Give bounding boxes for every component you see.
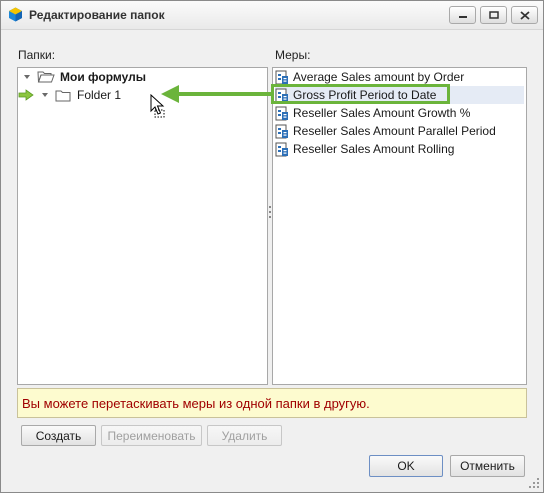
folder-edit-dialog: Редактирование папок Папки: Меры: Мои фо… bbox=[0, 0, 544, 493]
hint-text: Вы можете перетаскивать меры из одной па… bbox=[22, 395, 370, 411]
measure-icon bbox=[275, 124, 288, 138]
create-button[interactable]: Создать bbox=[21, 425, 96, 446]
measure-label: Reseller Sales Amount Rolling bbox=[293, 142, 455, 156]
grip-icon bbox=[269, 206, 271, 218]
maximize-icon bbox=[488, 11, 499, 19]
minimize-icon bbox=[458, 16, 467, 18]
title-bar[interactable]: Редактирование папок bbox=[1, 1, 543, 30]
tree-folder-label: Folder 1 bbox=[77, 88, 122, 102]
maximize-button[interactable] bbox=[480, 6, 507, 24]
close-icon bbox=[519, 10, 530, 20]
hint-banner: Вы можете перетаскивать меры из одной па… bbox=[17, 388, 527, 418]
minimize-button[interactable] bbox=[449, 6, 476, 24]
resize-grip-icon[interactable] bbox=[529, 478, 541, 490]
cancel-button[interactable]: Отменить bbox=[450, 455, 525, 477]
measure-item[interactable]: Reseller Sales Amount Rolling bbox=[275, 140, 524, 158]
measure-label: Reseller Sales Amount Growth % bbox=[293, 106, 471, 120]
delete-button[interactable]: Удалить bbox=[207, 425, 282, 446]
measures-list[interactable]: Average Sales amount by Order Gross Prof… bbox=[272, 67, 527, 385]
ok-button[interactable]: OK bbox=[369, 455, 443, 477]
expand-arrow-icon[interactable] bbox=[40, 90, 50, 100]
tree-root-label: Мои формулы bbox=[60, 70, 146, 84]
measure-icon bbox=[275, 142, 288, 156]
window-title: Редактирование папок bbox=[29, 8, 165, 22]
app-logo-icon bbox=[9, 7, 22, 22]
folders-label: Папки: bbox=[18, 48, 56, 62]
folder-icon bbox=[55, 90, 71, 101]
splitter-grip[interactable] bbox=[269, 206, 271, 218]
measure-label: Reseller Sales Amount Parallel Period bbox=[293, 124, 496, 138]
tree-node-root[interactable]: Мои формулы bbox=[22, 68, 146, 86]
measures-label: Меры: bbox=[275, 48, 311, 62]
measure-label: Average Sales amount by Order bbox=[293, 70, 465, 84]
rename-button[interactable]: Переименовать bbox=[101, 425, 202, 446]
measure-item[interactable]: Reseller Sales Amount Growth % bbox=[275, 104, 524, 122]
target-arrow-icon bbox=[18, 89, 34, 101]
close-button[interactable] bbox=[511, 6, 538, 24]
drag-source-highlight bbox=[271, 84, 450, 104]
folder-open-icon bbox=[37, 71, 55, 83]
tree-node-folder[interactable]: Folder 1 bbox=[18, 86, 121, 104]
measure-item[interactable]: Reseller Sales Amount Parallel Period bbox=[275, 122, 524, 140]
expand-arrow-icon[interactable] bbox=[22, 72, 32, 82]
drag-cursor-icon bbox=[150, 94, 165, 118]
